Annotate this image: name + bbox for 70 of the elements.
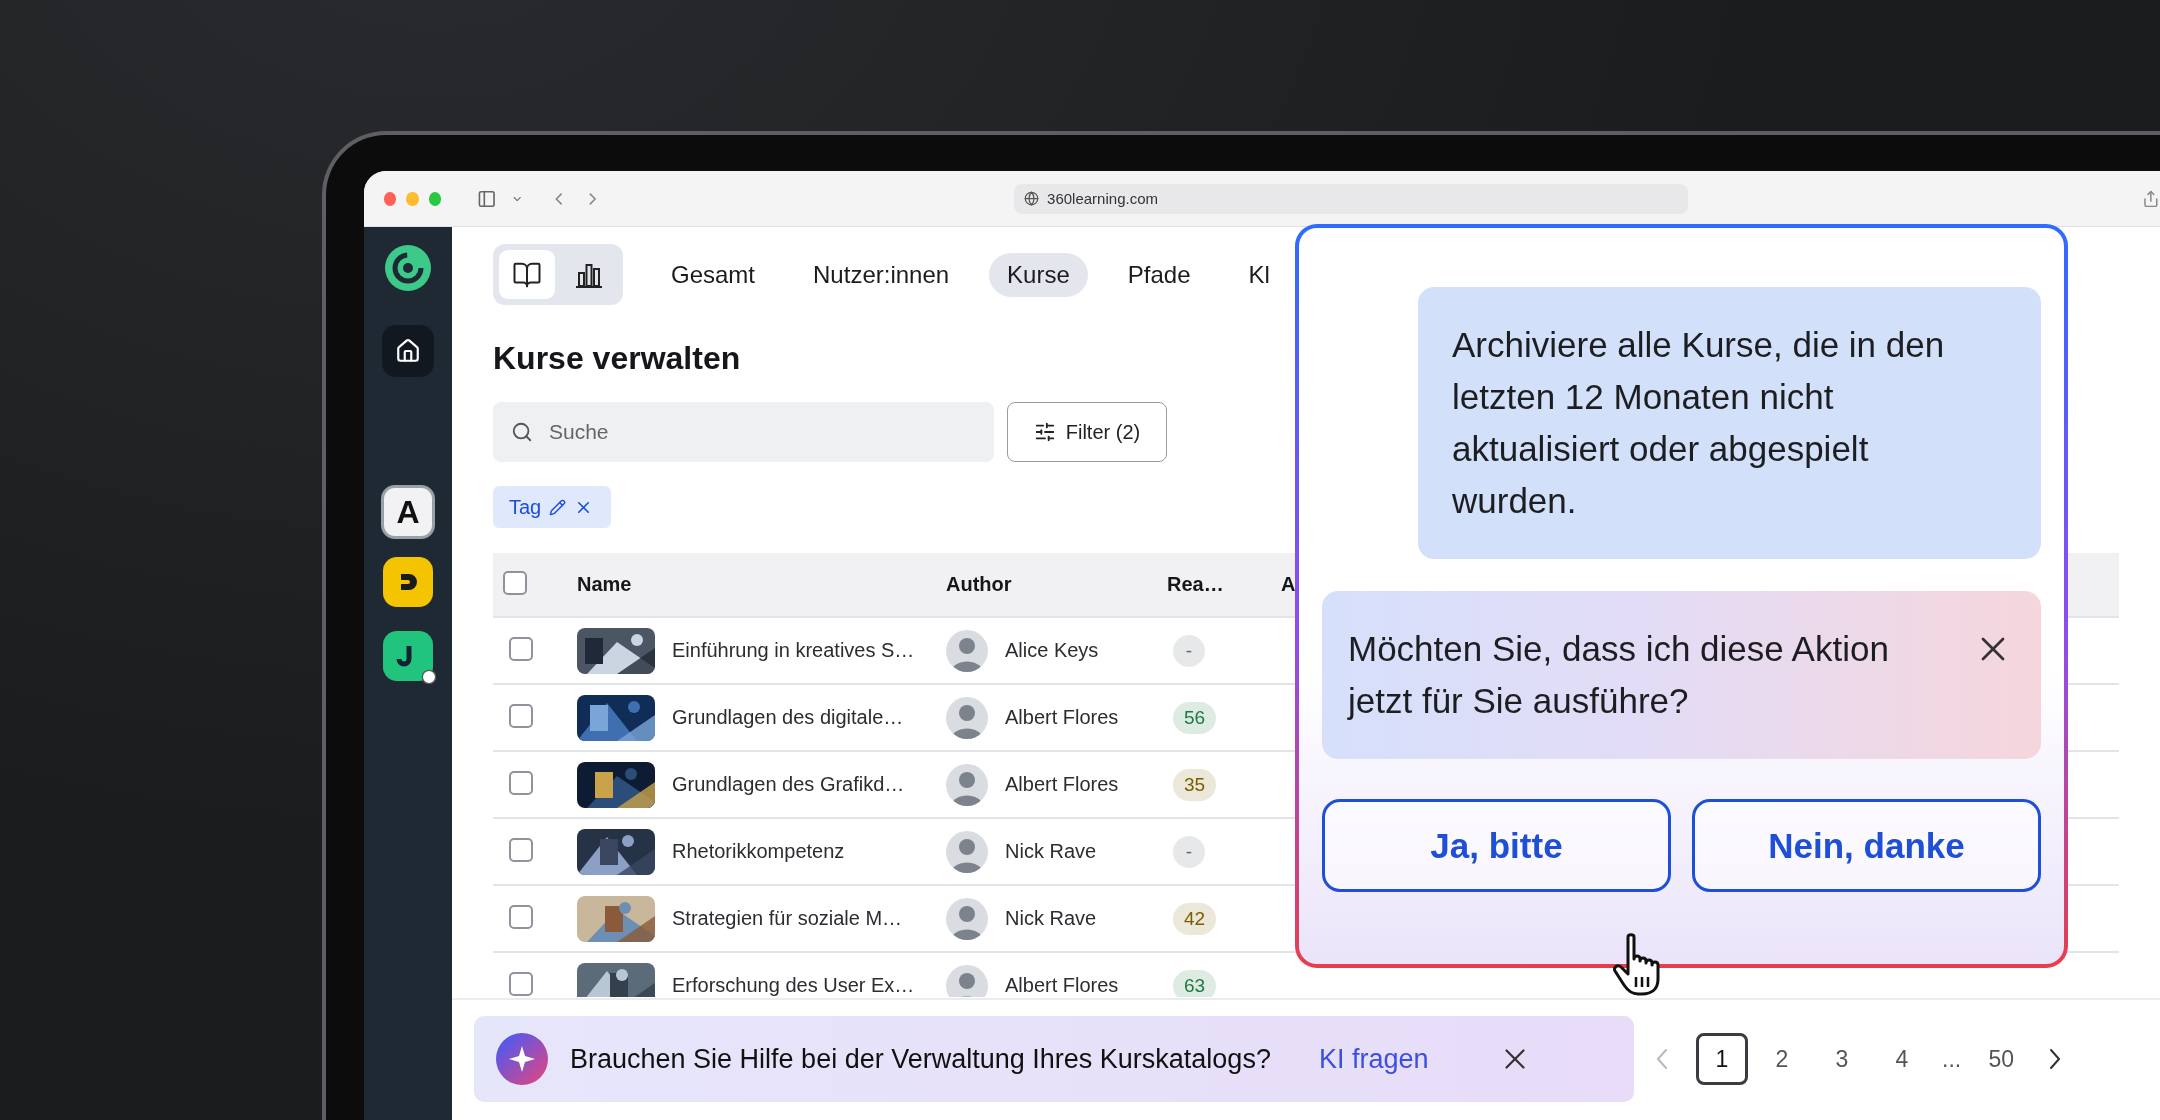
reach-badge: - (1173, 835, 1205, 868)
url-text: 360learning.com (1047, 190, 1158, 207)
author-name: Albert Flores (1005, 974, 1119, 997)
chevron-right-icon (2049, 1048, 2062, 1070)
column-header: Rea… (1167, 573, 1224, 596)
course-name: Grundlagen des digitale… (672, 706, 904, 729)
chip-label: Tag (509, 495, 542, 519)
tab[interactable]: Pfade (1109, 252, 1209, 297)
close-window-button[interactable] (384, 191, 397, 206)
confirm-button[interactable]: Ja, bitte (1322, 799, 1671, 892)
checkbox[interactable] (509, 636, 533, 661)
view-toggle-button[interactable] (499, 250, 555, 299)
author-name: Albert Flores (1005, 706, 1119, 729)
sparkle-icon (496, 1033, 548, 1085)
tab[interactable]: Gesamt (653, 252, 774, 297)
reach-badge: - (1173, 634, 1205, 667)
page-title: Kurse verwalten (493, 339, 741, 378)
reach-badge: 42 (1173, 902, 1217, 935)
checkbox[interactable] (509, 837, 533, 862)
avatar (946, 897, 988, 940)
tab[interactable]: Kurse (989, 252, 1088, 297)
author-name: Albert Flores (1005, 773, 1119, 796)
avatar (946, 629, 988, 672)
pagination-ellipsis: ... (1941, 1045, 1963, 1073)
help-text: Brauchen Sie Hilfe bei der Verwaltung Ihres Kurskatalogs? (570, 1043, 1271, 1075)
author-name: Alice Keys (1005, 639, 1099, 662)
course-name: Grundlagen des Grafikd… (672, 773, 905, 796)
course-name: Strategien für soziale M… (672, 907, 903, 930)
home-button[interactable] (382, 325, 434, 377)
ask-ai-link[interactable]: KI fragen (1318, 1043, 1429, 1075)
checkbox[interactable] (503, 570, 527, 595)
next-page-button[interactable] (2049, 1048, 2062, 1070)
author-name: Nick Rave (1005, 840, 1097, 863)
search-icon (511, 421, 533, 443)
home-icon (395, 338, 421, 364)
app-tile[interactable]: A (381, 485, 435, 539)
checkbox[interactable] (509, 904, 533, 929)
filter-button[interactable]: Filter (2) (1007, 402, 1167, 462)
page-button[interactable]: 1 (1696, 1033, 1748, 1085)
tab[interactable]: Kl (1230, 252, 1288, 297)
column-header: A (1281, 573, 1296, 596)
tab[interactable]: Nutzer:innen (795, 252, 968, 297)
search-field[interactable]: Suche (493, 402, 994, 462)
app-tile[interactable] (383, 557, 433, 607)
logo-icon (385, 245, 431, 291)
filter-chip[interactable]: Tag (493, 486, 612, 528)
maximize-window-button[interactable] (428, 191, 442, 206)
reach-badge: 56 (1173, 701, 1217, 734)
decline-button[interactable]: Nein, danke (1692, 799, 2041, 892)
sliders-icon (1033, 421, 1056, 443)
avatar (946, 696, 988, 739)
avatar (946, 763, 988, 806)
question-text: Möchten Sie, dass ich diese Aktion jetzt für Sie ausführe? (1348, 628, 1890, 722)
course-name: Rhetorikkompetenz (672, 840, 845, 863)
column-header: Author (946, 573, 1012, 596)
share-icon[interactable] (2142, 188, 2160, 209)
prompt-message: Archiviere alle Kurse, die in den letzten 12 Monaten nicht aktualisiert oder abgespielt wurden. (1418, 287, 2041, 559)
address-bar[interactable]: 360learning.com (1014, 183, 1689, 214)
checkbox[interactable] (509, 703, 533, 728)
checkbox[interactable] (509, 971, 533, 996)
column-header: Name (577, 573, 632, 596)
checkbox[interactable] (509, 770, 533, 795)
edit-icon[interactable] (549, 498, 567, 516)
course-name: Einführung in kreatives S… (672, 639, 915, 662)
author-name: Nick Rave (1005, 907, 1097, 930)
reach-badge: 35 (1173, 768, 1217, 801)
chevron-left-icon (1656, 1048, 1668, 1070)
globe-icon (1024, 191, 1040, 206)
course-name: Erforschung des User Ex… (672, 974, 915, 997)
avatar (946, 830, 988, 873)
